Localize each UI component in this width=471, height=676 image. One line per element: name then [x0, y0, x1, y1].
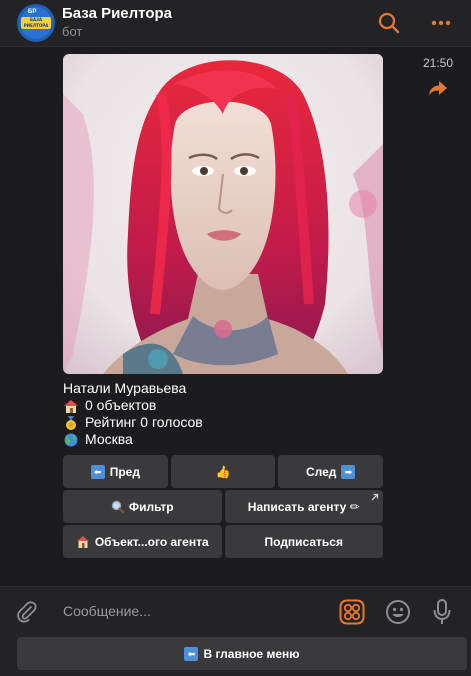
composer-bar: Сообщение... ⬅ В главное меню — [0, 586, 471, 676]
rating-text: Рейтинг 0 голосов — [85, 414, 203, 430]
agent-name-line: Натали Муравьева — [63, 380, 203, 397]
chat-header: БР БАЗА РИЕЛТОРА База Риелтора бот — [0, 0, 471, 47]
more-icon[interactable] — [430, 12, 452, 34]
agent-photo[interactable] — [63, 54, 383, 374]
filter-label: Фильтр — [128, 499, 174, 514]
chat-title[interactable]: База Риелтора — [62, 5, 172, 22]
attach-icon[interactable] — [16, 600, 38, 624]
message-time: 21:50 — [423, 56, 454, 70]
agent-objects-label: Объект...ого агента — [94, 534, 209, 549]
next-label: След — [305, 464, 337, 479]
portrait-image — [63, 54, 383, 374]
rating-line: Рейтинг 0 голосов — [63, 414, 203, 431]
chat-subtitle: бот — [62, 24, 83, 39]
avatar-tag: БР — [28, 9, 37, 15]
next-button[interactable]: След ➡ — [278, 455, 384, 488]
message-input[interactable]: Сообщение... — [63, 603, 151, 619]
agent-caption: Натали Муравьева 0 объектов Рейтинг 0 го… — [63, 380, 203, 448]
agent-objects-button[interactable]: Объект...ого агента — [63, 525, 222, 558]
globe-icon — [64, 433, 78, 446]
house-icon — [76, 536, 89, 548]
city-line: Москва — [63, 431, 203, 448]
microphone-icon[interactable] — [432, 598, 452, 626]
sticker-icon[interactable] — [339, 599, 365, 625]
avatar-plate: БАЗА РИЕЛТОРА — [21, 17, 51, 29]
write-agent-button[interactable]: Написать агенту ✏ — [224, 490, 383, 523]
right-arrow-icon: ➡ — [341, 464, 356, 479]
main-menu-button[interactable]: ⬅ В главное меню — [17, 637, 467, 670]
filter-button[interactable]: Фильтр — [63, 490, 222, 523]
share-icon[interactable] — [428, 79, 448, 97]
house-icon — [64, 399, 78, 413]
left-arrow-icon: ⬅ — [90, 464, 105, 479]
prev-label: Пред — [109, 464, 140, 479]
left-arrow-icon: ⬅ — [184, 646, 199, 661]
bot-avatar[interactable]: БР БАЗА РИЕЛТОРА — [17, 4, 55, 42]
inline-keyboard: ⬅ Пред 👍 След ➡ Фильтр Написать агенту ✏ — [63, 455, 384, 560]
magnifier-icon — [111, 500, 124, 513]
city-text: Москва — [85, 431, 133, 447]
objects-line: 0 объектов — [63, 397, 203, 414]
subscribe-label: Подписаться — [264, 534, 343, 549]
search-icon[interactable] — [377, 11, 401, 35]
medal-icon — [66, 415, 76, 430]
external-link-icon — [371, 493, 379, 501]
agent-name: Натали Муравьева — [63, 380, 187, 396]
main-menu-label: В главное меню — [203, 646, 300, 661]
write-agent-label: Написать агенту ✏ — [247, 499, 360, 514]
objects-count: 0 объектов — [85, 397, 157, 413]
prev-button[interactable]: ⬅ Пред — [63, 455, 168, 488]
keyboard-row: Объект...ого агента Подписаться — [63, 525, 383, 558]
like-label: 👍 — [215, 464, 231, 479]
keyboard-row: Фильтр Написать агенту ✏ — [63, 490, 383, 523]
subscribe-button[interactable]: Подписаться — [224, 525, 383, 558]
emoji-icon[interactable] — [385, 599, 411, 625]
keyboard-row: ⬅ Пред 👍 След ➡ — [63, 455, 384, 488]
like-button[interactable]: 👍 — [170, 455, 276, 488]
